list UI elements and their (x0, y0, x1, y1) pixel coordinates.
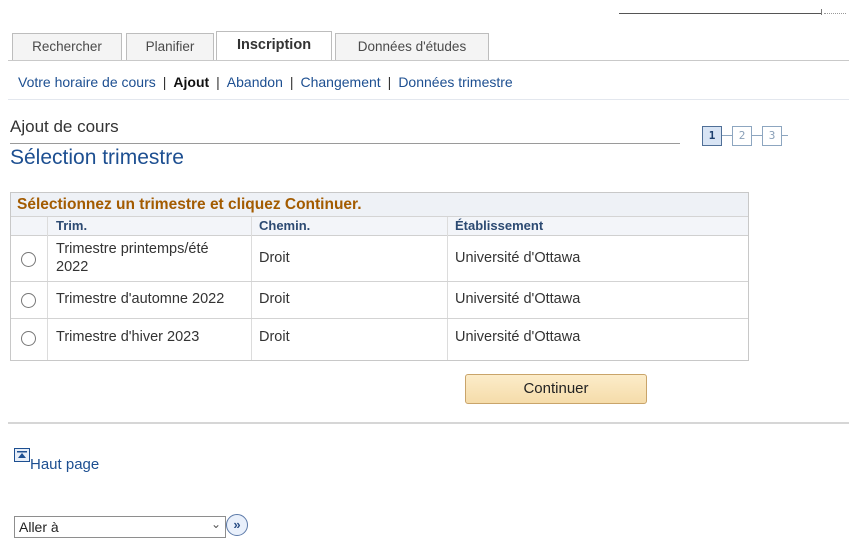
nav-separator: | (216, 74, 220, 90)
career-cell: Droit (259, 291, 290, 307)
nav-link-swap[interactable]: Changement (301, 74, 381, 90)
chevron-down-icon: ⌄ (210, 517, 221, 531)
term-selection-grid: Sélectionnez un trimestre et cliquez Con… (10, 192, 749, 361)
goto-select-value: Aller à (19, 519, 59, 535)
step-2: 2 (732, 126, 752, 146)
step-3: 3 (762, 126, 782, 146)
footer-divider (8, 422, 849, 424)
arrow-up-to-top-icon (14, 448, 30, 462)
institution-cell: Université d'Ottawa (455, 291, 581, 307)
col-header-term: Trim. (56, 218, 88, 233)
table-row[interactable]: Trimestre d'hiver 2023 Droit Université … (11, 319, 748, 357)
top-divider-tick (821, 9, 824, 15)
term-radio[interactable] (21, 252, 36, 267)
col-header-institution: Établissement (455, 218, 544, 233)
tab-inscription[interactable]: Inscription (216, 31, 332, 60)
subnav-divider (8, 99, 849, 100)
tab-baseline (8, 60, 849, 61)
term-cell: Trimestre printemps/été 2022 (56, 241, 209, 275)
institution-cell: Université d'Ottawa (455, 250, 581, 266)
page-subtitle: Ajout de cours (10, 117, 119, 136)
step-1: 1 (702, 126, 722, 146)
step-connector (782, 135, 788, 136)
top-divider-line (619, 13, 821, 14)
double-chevron-right-icon[interactable]: » (226, 514, 248, 536)
nav-link-drop[interactable]: Abandon (227, 74, 283, 90)
nav-separator: | (387, 74, 392, 90)
nav-separator: | (162, 74, 167, 90)
goto-select[interactable]: Aller à ⌄ (14, 516, 226, 538)
term-cell: Trimestre d'hiver 2023 (56, 329, 200, 345)
subtitle-divider (10, 143, 680, 144)
term-cell: Trimestre d'automne 2022 (56, 291, 225, 307)
career-cell: Droit (259, 329, 290, 345)
col-header-career: Chemin. (259, 218, 311, 233)
grid-instruction: Sélectionnez un trimestre et cliquez Con… (11, 193, 748, 217)
page-title: Sélection trimestre (10, 146, 184, 169)
tab-donnees-etudes[interactable]: Données d'études (335, 33, 489, 60)
term-radio[interactable] (21, 293, 36, 308)
term-radio[interactable] (21, 331, 36, 346)
grid-column-header-row (11, 217, 748, 236)
step-connector (752, 135, 762, 136)
nav-separator: | (289, 74, 294, 90)
tab-planifier[interactable]: Planifier (126, 33, 214, 60)
sub-navigation: Votre horaire de cours | Ajout | Abandon | Cha… (18, 74, 513, 90)
back-to-top-label[interactable]: Haut page (30, 456, 99, 473)
nav-link-term-data[interactable]: Données trimestre (398, 74, 512, 90)
nav-current-add: Ajout (173, 74, 210, 90)
table-row[interactable]: Trimestre d'automne 2022 Droit Universit… (11, 282, 748, 319)
step-connector (722, 135, 732, 136)
tab-rechercher[interactable]: Rechercher (12, 33, 122, 60)
career-cell: Droit (259, 250, 290, 266)
top-divider-dots (824, 13, 846, 14)
nav-link-schedule[interactable]: Votre horaire de cours (18, 74, 156, 90)
table-row[interactable]: Trimestre printemps/été 2022 Droit Unive… (11, 236, 748, 282)
institution-cell: Université d'Ottawa (455, 329, 581, 345)
continue-button[interactable]: Continuer (465, 374, 647, 404)
